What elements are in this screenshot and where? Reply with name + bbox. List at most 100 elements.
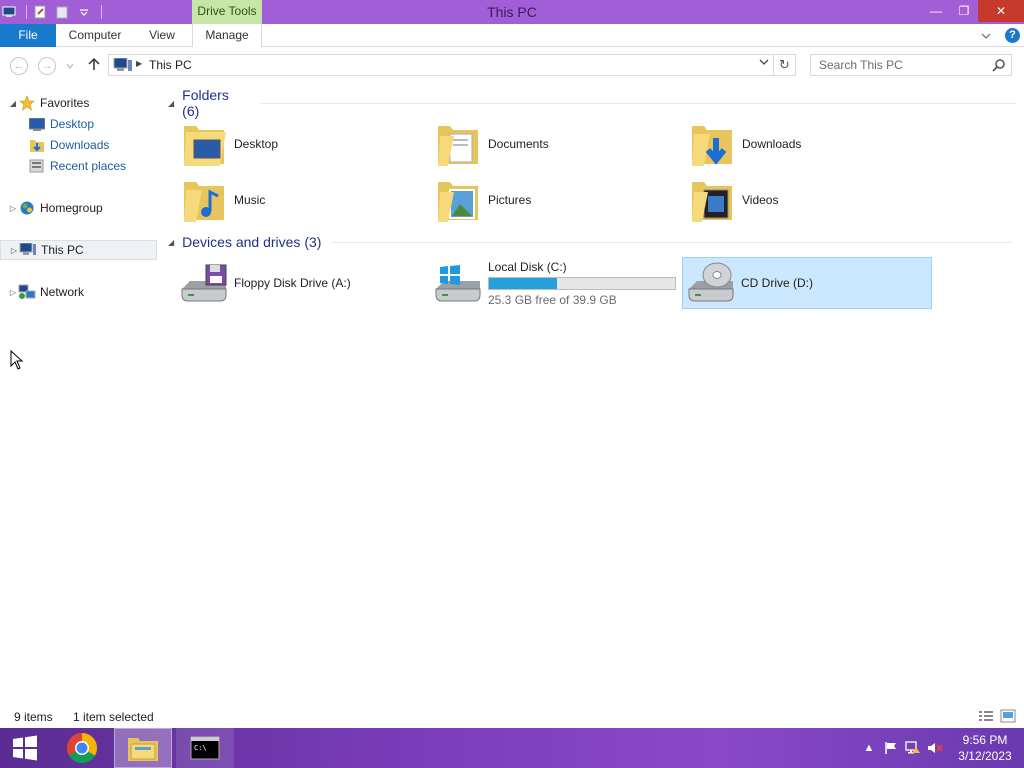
disk-free-space: 25.3 GB free of 39.9 GB (488, 292, 617, 307)
folder-tile-music[interactable]: Music (170, 174, 420, 226)
windows-logo-icon (13, 735, 37, 761)
folder-tile-documents[interactable]: Documents (424, 118, 674, 170)
address-bar[interactable]: ▶ This PC (108, 54, 774, 76)
desktop-folder-icon (180, 120, 230, 168)
documents-folder-icon (434, 120, 484, 168)
nav-homegroup-label: Homegroup (40, 201, 103, 215)
nav-homegroup[interactable]: ▷ Homegroup (8, 198, 103, 218)
pictures-folder-icon (434, 176, 484, 224)
collapse-icon[interactable]: ◢ (168, 238, 174, 247)
nav-recent-places[interactable]: Recent places (28, 156, 126, 176)
star-icon (18, 95, 36, 111)
volume-muted-icon[interactable] (924, 741, 946, 755)
expand-ribbon-icon[interactable] (979, 29, 993, 43)
taskbar: C:\ ▲ 9:56 PM 3/12/2023 (0, 728, 1024, 768)
folder-tile-videos[interactable]: Videos (678, 174, 928, 226)
clock-date: 3/12/2023 (958, 749, 1012, 763)
ribbon-tabs: File Computer View Manage ? (0, 24, 1024, 47)
nav-downloads[interactable]: Downloads (28, 135, 109, 155)
selection-count: 1 item selected (73, 710, 154, 724)
large-icons-view-icon[interactable] (1000, 709, 1016, 726)
address-row: ← → ▶ This PC ↻ (0, 48, 1024, 82)
recent-locations-icon[interactable] (66, 59, 74, 73)
homegroup-icon (18, 200, 36, 216)
collapse-icon[interactable]: ◢ (168, 99, 174, 108)
nav-recent-places-label: Recent places (50, 159, 127, 173)
taskbar-clock[interactable]: 9:56 PM 3/12/2023 (946, 732, 1024, 764)
action-center-flag-icon[interactable] (880, 741, 902, 755)
refresh-button[interactable]: ↻ (774, 54, 796, 76)
drive-label: Local Disk (C:) (488, 259, 567, 274)
folder-label: Music (234, 193, 266, 207)
nav-desktop-label: Desktop (50, 117, 95, 131)
network-status-icon[interactable] (902, 741, 924, 755)
music-folder-icon (180, 176, 230, 224)
help-icon[interactable]: ? (1005, 28, 1020, 43)
group-header-folders[interactable]: ◢ Folders (6) (166, 87, 1016, 119)
up-button[interactable] (86, 56, 102, 75)
back-button[interactable]: ← (10, 57, 28, 75)
folder-tile-pictures[interactable]: Pictures (424, 174, 674, 226)
restore-button[interactable]: ❐ (950, 0, 978, 22)
folder-label: Downloads (742, 137, 802, 151)
cd-drive-icon (687, 259, 737, 307)
folder-tile-desktop[interactable]: Desktop (170, 118, 420, 170)
expand-icon[interactable]: ▷ (8, 288, 18, 297)
address-dropdown-icon[interactable] (759, 58, 769, 69)
breadcrumb-this-pc[interactable]: This PC (149, 58, 192, 72)
system-tray: ▲ 9:56 PM 3/12/2023 (858, 728, 1024, 768)
nav-network-label: Network (40, 285, 85, 299)
breadcrumb-arrow-icon[interactable]: ▶ (136, 59, 142, 68)
command-prompt-icon: C:\ (190, 736, 220, 760)
header-divider (259, 102, 1016, 104)
nav-network[interactable]: ▷ Network (8, 282, 84, 302)
nav-favorites[interactable]: ◢ Favorites (8, 93, 89, 113)
expand-icon[interactable]: ▷ (9, 246, 19, 255)
tab-computer[interactable]: Computer (60, 24, 130, 47)
navigation-pane: ◢ Favorites Desktop Downloads Recent pla… (0, 86, 160, 696)
mouse-cursor-icon (10, 349, 24, 373)
desktop-icon (28, 116, 46, 132)
title-bar[interactable]: Drive Tools This PC — ❐ ✕ (0, 0, 1024, 24)
drive-tile-cd[interactable]: CD Drive (D:) (682, 257, 932, 309)
search-input[interactable] (819, 58, 989, 72)
folder-tile-downloads[interactable]: Downloads (678, 118, 928, 170)
details-view-icon[interactable] (978, 709, 994, 726)
search-box[interactable] (810, 54, 1012, 76)
file-explorer-icon (128, 738, 158, 761)
svg-text:C:\: C:\ (194, 744, 207, 752)
recent-places-icon (28, 158, 46, 174)
close-button[interactable]: ✕ (978, 0, 1024, 22)
start-button[interactable] (0, 728, 50, 768)
chrome-taskbar-button[interactable] (58, 728, 106, 768)
show-hidden-icons-icon[interactable]: ▲ (858, 742, 880, 754)
local-disk-info: Local Disk (C:) 25.3 GB free of 39.9 GB (488, 260, 676, 307)
drive-tile-local-disk[interactable]: Local Disk (C:) 25.3 GB free of 39.9 GB (424, 257, 676, 309)
folder-label: Pictures (488, 193, 532, 207)
nav-desktop[interactable]: Desktop (28, 114, 94, 134)
nav-this-pc[interactable]: ▷ This PC (0, 240, 157, 260)
view-toggle (978, 709, 1016, 726)
tab-view[interactable]: View (140, 24, 184, 47)
forward-button[interactable]: → (38, 57, 56, 75)
this-pc-icon (19, 242, 37, 258)
content-pane: ◢ Folders (6) Desktop Documents Download… (166, 86, 1024, 696)
explorer-window: Drive Tools This PC — ❐ ✕ File Computer … (0, 0, 1024, 728)
window-title: This PC (487, 4, 537, 20)
command-prompt-taskbar-button[interactable]: C:\ (176, 728, 234, 768)
clock-time: 9:56 PM (962, 733, 1008, 747)
collapse-icon[interactable]: ◢ (8, 99, 18, 108)
videos-folder-icon (688, 176, 738, 224)
devices-header-label: Devices and drives (3) (182, 234, 322, 250)
search-icon[interactable] (992, 58, 1006, 75)
window-controls: — ❐ ✕ (922, 0, 1024, 22)
group-header-devices[interactable]: ◢ Devices and drives (3) (166, 232, 1016, 252)
expand-icon[interactable]: ▷ (8, 204, 18, 213)
folders-header-label: Folders (6) (182, 87, 229, 119)
tab-file[interactable]: File (0, 24, 56, 47)
file-explorer-taskbar-button[interactable] (114, 728, 172, 768)
chrome-icon (66, 733, 98, 764)
tab-manage[interactable]: Manage (192, 24, 262, 47)
drive-tile-floppy[interactable]: Floppy Disk Drive (A:) (170, 257, 420, 309)
minimize-button[interactable]: — (922, 0, 950, 22)
